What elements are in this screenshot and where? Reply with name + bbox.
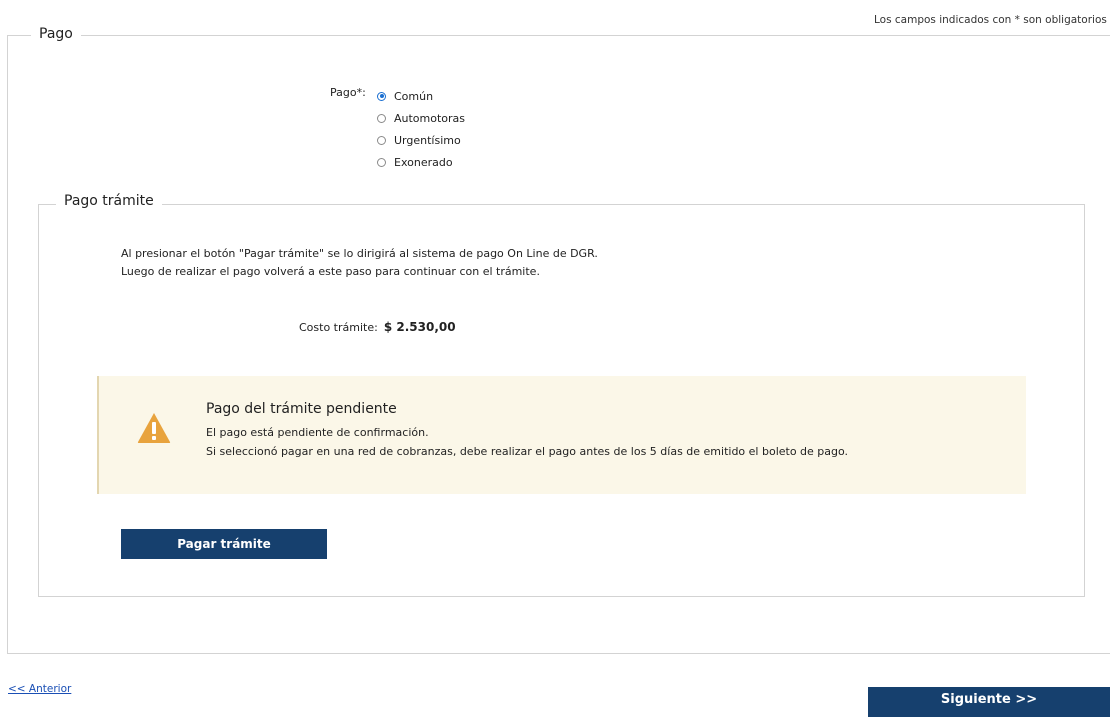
radio-button[interactable] [377,157,386,167]
radio-option-urgentisimo[interactable]: Urgentísimo [377,129,465,151]
cost-row: Costo trámite: $ 2.530,00 [299,320,456,334]
radio-option-label: Exonerado [394,155,453,169]
pago-legend: Pago [31,26,81,42]
info-line-2: Luego de realizar el pago volverá a este… [121,265,540,278]
radio-option-label: Común [394,89,434,103]
anterior-link[interactable]: << Anterior [8,683,71,695]
radio-button[interactable] [377,135,386,145]
cost-value: $ 2.530,00 [383,320,456,334]
pago-radio-group: Común Automotoras Urgentísimo Exonerado [377,85,465,173]
payment-info-text: Al presionar el botón "Pagar trámite" se… [121,245,598,281]
pago-tramite-legend: Pago trámite [56,193,162,209]
alert-message-1: El pago está pendiente de confirmación. [206,426,429,439]
pago-tramite-fieldset: Pago trámite Al presionar el botón "Paga… [38,193,1085,597]
warning-icon [137,413,171,443]
radio-button-checked[interactable] [377,91,386,101]
radio-option-automotoras[interactable]: Automotoras [377,107,465,129]
radio-option-comun[interactable]: Común [377,85,465,107]
cost-label: Costo trámite: [299,321,378,334]
radio-button[interactable] [377,113,386,123]
siguiente-button[interactable]: Siguiente >> [868,687,1110,717]
alert-message-2: Si seleccionó pagar en una red de cobran… [206,445,849,458]
required-fields-note: Los campos indicados con * son obligator… [874,14,1107,26]
pago-radio-label: Pago*: [330,86,366,99]
pending-payment-alert: Pago del trámite pendiente El pago está … [97,376,1026,494]
radio-option-label: Automotoras [394,111,466,125]
alert-title: Pago del trámite pendiente [206,401,397,417]
radio-option-label: Urgentísimo [394,133,461,147]
radio-option-exonerado[interactable]: Exonerado [377,151,465,173]
info-line-1: Al presionar el botón "Pagar trámite" se… [121,247,598,260]
pagar-tramite-button[interactable]: Pagar trámite [121,529,327,559]
